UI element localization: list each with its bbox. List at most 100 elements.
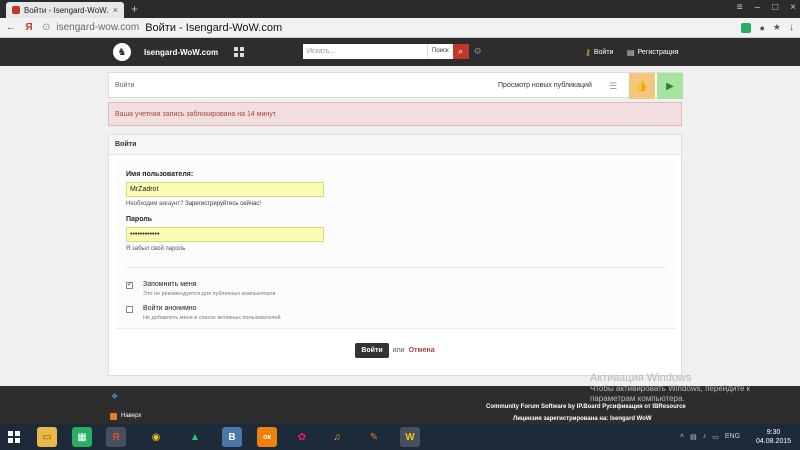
thumbs-up-icon: 👍 <box>635 80 649 92</box>
clock-time: 9:30 <box>766 429 781 436</box>
username-input[interactable] <box>126 182 324 197</box>
watermark-line-2: параметрам компьютера. <box>590 394 685 403</box>
search-scope[interactable]: Поиск <box>427 44 453 59</box>
list-icon[interactable]: ☰ <box>609 81 617 92</box>
footer-credit[interactable]: Community Forum Software by IP.Board Рус… <box>486 404 686 410</box>
gear-icon[interactable]: ⚙ <box>474 46 482 57</box>
volume-icon[interactable]: ♪ <box>703 433 707 441</box>
extension-icon[interactable] <box>741 22 752 33</box>
ok-glyph: ок <box>263 433 271 441</box>
url-host: isengard-wow.com <box>56 22 140 33</box>
url-field[interactable]: ⊙ isengard-wow.com Войти - Isengard-WoW.… <box>42 21 733 35</box>
password-input[interactable]: •••••••••••• <box>126 227 324 242</box>
download-icon[interactable]: ↓ <box>789 22 794 33</box>
back-to-top-link[interactable]: Наверх <box>121 413 141 419</box>
footer-license: Лицензия зарегистрирована на: Isengard W… <box>513 416 652 422</box>
search-input[interactable] <box>303 44 427 59</box>
vk-glyph: В <box>228 431 236 443</box>
picasa-icon[interactable]: ✿ <box>292 427 312 447</box>
login-form: Войти Имя пользователя: Необходим аккаун… <box>108 134 682 376</box>
share-icon[interactable]: ❖ <box>111 392 118 401</box>
yandex-icon[interactable]: Я <box>24 22 34 33</box>
main-content: Войти Просмотр новых публикаций ☰ 👍 ▶ Ва… <box>108 72 683 376</box>
system-tray: ˄ ▤ ♪ ▭ ENG <box>680 433 740 441</box>
maximize-icon[interactable]: □ <box>772 2 778 13</box>
site-logo-icon[interactable]: ♞ <box>113 43 131 61</box>
browser-tab-strip: Войти - Isengard-WoW.com × + ≡ – □ × <box>0 0 800 18</box>
search-icon: ⌕ <box>458 46 464 56</box>
login-form-title: Войти <box>109 135 681 155</box>
window-controls: ≡ – □ × <box>737 2 796 13</box>
key-icon: ⚷ <box>585 48 591 57</box>
remember-me-checkbox[interactable]: ✓ <box>126 282 133 289</box>
site-header: ♞ Isengard-WoW.com Поиск ⌕ ⚙ ⚷ Войти ▤ Р… <box>0 38 800 66</box>
new-posts-link[interactable]: Просмотр новых публикаций <box>498 82 592 89</box>
music-icon[interactable]: ♫ <box>327 427 347 447</box>
anonymous-label: Войти анонимно <box>143 305 197 312</box>
star-icon[interactable]: ★ <box>773 22 781 33</box>
clock[interactable]: 9:30 04.08.2015 <box>756 428 791 446</box>
lightbulb-icon[interactable]: ● <box>759 23 764 33</box>
windows-taskbar: ▭ ▦ Я ◉ ▲ В ок ✿ ♫ ✎ W ˄ ▤ ♪ ▭ ENG 9:30 … <box>0 424 800 450</box>
login-submit-button[interactable]: Войти <box>355 342 389 358</box>
apps-grid-icon[interactable] <box>234 47 244 57</box>
anonymous-checkbox[interactable] <box>126 306 133 313</box>
breadcrumb: Войти Просмотр новых публикаций ☰ 👍 ▶ <box>108 72 683 99</box>
chrome-icon[interactable]: ◉ <box>146 427 166 447</box>
document-icon: ▤ <box>627 48 635 57</box>
store-icon[interactable]: ▦ <box>72 427 92 447</box>
utorrent-icon[interactable]: ▲ <box>185 427 205 447</box>
clock-date: 04.08.2015 <box>756 438 792 445</box>
submit-row: Войти или Отмена <box>109 340 681 360</box>
password-label: Пароль <box>126 216 153 223</box>
windows-activation-watermark: Активация Windows Чтобы активировать Win… <box>590 372 750 404</box>
vk-icon[interactable]: В <box>222 427 242 447</box>
minimize-icon[interactable]: – <box>755 2 761 13</box>
watermark-line-1: Чтобы активировать Windows, перейдите к <box>590 384 751 393</box>
header-register-link[interactable]: ▤ Регистрация <box>627 48 678 57</box>
wow-game-icon[interactable]: W <box>400 427 420 447</box>
url-page-title: Войти - Isengard-WoW.com <box>145 21 283 34</box>
windows-start-icon[interactable] <box>8 431 20 443</box>
notifications-icon[interactable]: ▭ <box>712 433 719 441</box>
watermark-title: Активация Windows <box>590 372 692 384</box>
close-window-icon[interactable]: × <box>790 2 796 13</box>
odnoklassniki-icon[interactable]: ок <box>257 427 277 447</box>
breadcrumb-item[interactable]: Войти <box>115 82 135 89</box>
tab-title: Войти - Isengard-WoW.com <box>24 5 109 15</box>
remember-me-label: Запомнить меня <box>143 281 197 288</box>
search-button[interactable]: ⌕ <box>452 44 469 59</box>
tool-icon[interactable]: ✎ <box>364 427 384 447</box>
language-indicator[interactable]: ENG <box>725 433 740 441</box>
address-bar: ← Я ⊙ isengard-wow.com Войти - Isengard-… <box>0 18 800 38</box>
anonymous-note: Не добавлять меня в список активных поль… <box>143 315 281 321</box>
yandex-browser-icon[interactable]: Я <box>106 427 126 447</box>
back-icon[interactable]: ← <box>6 22 16 33</box>
tray-arrow-icon[interactable]: ˄ <box>680 433 684 441</box>
need-account-text: Необходим аккаунт? <box>126 201 184 207</box>
rss-icon[interactable] <box>110 413 117 420</box>
lock-icon: ⊙ <box>42 22 51 33</box>
header-register-label: Регистрация <box>637 49 679 56</box>
forgot-password-link[interactable]: Я забыл свой пароль <box>126 246 185 252</box>
file-explorer-icon[interactable]: ▭ <box>37 427 57 447</box>
new-tab-button[interactable]: + <box>131 2 138 16</box>
like-button[interactable]: 👍 <box>629 73 655 99</box>
site-favicon-icon <box>12 6 20 14</box>
search-bar: Поиск ⌕ ⚙ <box>303 44 482 59</box>
network-icon[interactable]: ▤ <box>690 433 697 441</box>
play-icon: ▶ <box>666 80 674 92</box>
cancel-link[interactable]: Отмена <box>409 347 435 354</box>
close-tab-icon[interactable]: × <box>113 5 118 15</box>
register-link[interactable]: Зарегистрируйтесь сейчас! <box>185 201 261 207</box>
form-divider <box>126 267 666 268</box>
play-button[interactable]: ▶ <box>657 73 683 99</box>
site-name[interactable]: Isengard-WoW.com <box>144 48 218 57</box>
yandex-glyph: Я <box>112 431 120 443</box>
browser-tab[interactable]: Войти - Isengard-WoW.com × <box>6 2 124 18</box>
header-login-label: Войти <box>593 49 614 56</box>
menu-icon[interactable]: ≡ <box>737 2 743 13</box>
header-login-link[interactable]: ⚷ Войти <box>585 48 613 57</box>
username-label: Имя пользователя: <box>126 171 194 178</box>
remember-me-note: Это не рекомендуется для публичных компь… <box>143 291 276 297</box>
